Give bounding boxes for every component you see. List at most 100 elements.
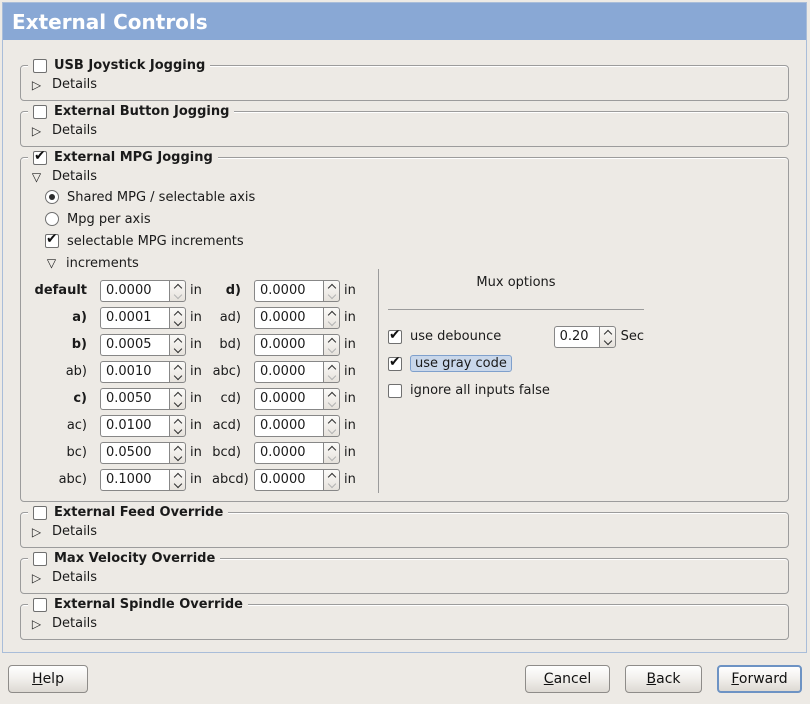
spin-down-button[interactable]	[324, 426, 339, 436]
external-feed-override-checkbox[interactable]	[33, 506, 47, 520]
spin-down-button[interactable]	[170, 291, 185, 301]
increment-spinbox-ac[interactable]: 0.0100	[100, 415, 186, 437]
spin-down-button[interactable]	[324, 399, 339, 409]
spin-up-button[interactable]	[324, 335, 339, 345]
spin-up-button[interactable]	[324, 470, 339, 480]
spin-down-button[interactable]	[170, 372, 185, 382]
usb-joystick-jogging-checkbox[interactable]	[33, 59, 47, 73]
increment-label-ad: ad)	[212, 310, 248, 325]
increment-spinbox-ad[interactable]: 0.0000	[254, 307, 340, 329]
spin-up-button[interactable]	[324, 416, 339, 426]
external-button-jogging-checkbox[interactable]	[33, 105, 47, 119]
expander-closed-icon: ▷	[30, 572, 43, 584]
spin-up-button[interactable]	[324, 443, 339, 453]
unit-label: in	[186, 283, 212, 298]
spin-down-button[interactable]	[324, 345, 339, 355]
spin-entry[interactable]: 0.0000	[254, 361, 323, 383]
spin-up-button[interactable]	[324, 281, 339, 291]
spin-down-button[interactable]	[170, 480, 185, 490]
spin-entry[interactable]: 0.0001	[100, 307, 169, 329]
spin-down-button[interactable]	[170, 345, 185, 355]
spin-up-button[interactable]	[324, 362, 339, 372]
spin-up-button[interactable]	[170, 281, 185, 291]
increment-spinbox-bcd[interactable]: 0.0000	[254, 442, 340, 464]
spin-entry[interactable]: 0.0000	[254, 469, 323, 491]
spin-entry[interactable]: 0.0000	[100, 280, 169, 302]
spin-up-button[interactable]	[170, 362, 185, 372]
spin-entry[interactable]: 0.0000	[254, 442, 323, 464]
mpg-per-axis-radio[interactable]	[45, 212, 59, 226]
increment-spinbox-b[interactable]: 0.0005	[100, 334, 186, 356]
increment-spinbox-abc[interactable]: 0.1000	[100, 469, 186, 491]
selectable-mpg-increments-checkbox[interactable]: ✔	[45, 234, 59, 248]
spin-entry[interactable]: 0.1000	[100, 469, 169, 491]
cancel-button[interactable]: Cancel	[525, 665, 610, 693]
spin-up-button[interactable]	[600, 327, 615, 337]
forward-button[interactable]: Forward	[717, 665, 802, 693]
increment-spinbox-ab[interactable]: 0.0010	[100, 361, 186, 383]
details-expander-external-feed[interactable]: ▷ Details	[21, 522, 788, 541]
increment-spinbox-default[interactable]: 0.0000	[100, 280, 186, 302]
spin-down-button[interactable]	[170, 399, 185, 409]
spin-down-button[interactable]	[170, 426, 185, 436]
expander-open-icon: ▽	[45, 257, 58, 269]
spin-entry[interactable]: 0.0000	[254, 388, 323, 410]
spin-up-button[interactable]	[170, 308, 185, 318]
spin-down-button[interactable]	[324, 480, 339, 490]
increment-spinbox-bc[interactable]: 0.0500	[100, 442, 186, 464]
use-debounce-row: ✔ use debounce 0.20 Sec	[388, 323, 644, 350]
spin-down-button[interactable]	[600, 337, 615, 347]
spin-entry[interactable]: 0.0010	[100, 361, 169, 383]
spin-entry[interactable]: 0.0000	[254, 415, 323, 437]
details-expander-external-spindle[interactable]: ▷ Details	[21, 614, 788, 633]
increment-spinbox-d[interactable]: 0.0000	[254, 280, 340, 302]
use-debounce-checkbox[interactable]: ✔	[388, 330, 402, 344]
details-expander-external-button[interactable]: ▷ Details	[21, 121, 788, 140]
spin-up-button[interactable]	[170, 389, 185, 399]
increment-spinbox-acd[interactable]: 0.0000	[254, 415, 340, 437]
spin-entry[interactable]: 0.0000	[254, 280, 323, 302]
spin-entry[interactable]: 0.0050	[100, 388, 169, 410]
increment-spinbox-a[interactable]: 0.0001	[100, 307, 186, 329]
spin-down-button[interactable]	[170, 453, 185, 463]
spin-entry[interactable]: 0.0100	[100, 415, 169, 437]
increment-spinbox-c[interactable]: 0.0050	[100, 388, 186, 410]
help-button[interactable]: Help	[8, 665, 88, 693]
spin-down-button[interactable]	[324, 372, 339, 382]
checkbox-label-focused[interactable]: use gray code	[410, 355, 512, 372]
shared-mpg-radio[interactable]	[45, 190, 59, 204]
spin-down-button[interactable]	[324, 291, 339, 301]
details-expander-usb-joystick[interactable]: ▷ Details	[21, 75, 788, 94]
debounce-seconds-spinbox[interactable]: 0.20	[554, 326, 616, 348]
external-mpg-jogging-checkbox[interactable]: ✔	[33, 151, 47, 165]
back-button[interactable]: Back	[625, 665, 702, 693]
external-spindle-override-checkbox[interactable]	[33, 598, 47, 612]
mux-options-panel: Mux options ✔ use debounce 0.20	[378, 269, 788, 493]
spin-entry[interactable]: 0.0000	[254, 307, 323, 329]
increment-spinbox-cd[interactable]: 0.0000	[254, 388, 340, 410]
ignore-all-inputs-checkbox[interactable]	[388, 384, 402, 398]
spin-down-button[interactable]	[170, 318, 185, 328]
spin-up-button[interactable]	[324, 389, 339, 399]
increment-spinbox-abc-right[interactable]: 0.0000	[254, 361, 340, 383]
max-velocity-override-checkbox[interactable]	[33, 552, 47, 566]
unit-label: in	[340, 472, 364, 487]
spin-entry[interactable]: 0.0500	[100, 442, 169, 464]
spin-up-button[interactable]	[170, 335, 185, 345]
increment-spinbox-bd[interactable]: 0.0000	[254, 334, 340, 356]
spin-up-button[interactable]	[170, 443, 185, 453]
spin-entry[interactable]: 0.0000	[254, 334, 323, 356]
details-label: Details	[52, 616, 97, 631]
spin-up-button[interactable]	[170, 416, 185, 426]
spin-down-button[interactable]	[324, 453, 339, 463]
spin-down-button[interactable]	[324, 318, 339, 328]
spin-up-button[interactable]	[324, 308, 339, 318]
spin-up-button[interactable]	[170, 470, 185, 480]
details-expander-max-velocity[interactable]: ▷ Details	[21, 568, 788, 587]
details-expander-external-mpg[interactable]: ▽ Details	[21, 167, 788, 186]
increment-spinbox-abcd[interactable]: 0.0000	[254, 469, 340, 491]
spin-entry[interactable]: 0.20	[554, 326, 599, 348]
check-icon: ✔	[389, 354, 401, 370]
use-gray-code-checkbox[interactable]: ✔	[388, 357, 402, 371]
spin-entry[interactable]: 0.0005	[100, 334, 169, 356]
